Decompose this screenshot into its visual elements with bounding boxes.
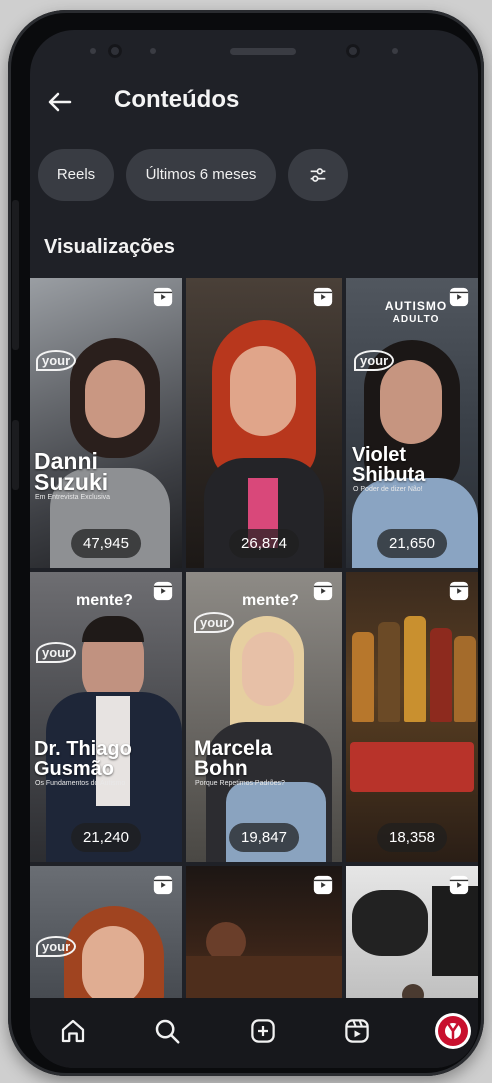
show-badge: AUTISMO ADULTO [384, 299, 448, 326]
front-camera-icon [108, 44, 122, 58]
search-icon[interactable] [152, 1016, 182, 1046]
show-badge: mente? [76, 592, 133, 609]
person-face [230, 346, 296, 436]
bottle-shape [378, 622, 400, 722]
person-face [380, 360, 442, 444]
reel-thumbnail[interactable] [186, 866, 342, 1008]
guest-name-line1: Dr. Thiago [34, 738, 132, 760]
guest-name-line2: Shibuta [352, 464, 426, 486]
app-screen: Conteúdos Reels Últimos 6 meses Visualiz… [30, 30, 478, 1068]
earpiece-speaker [230, 48, 296, 55]
view-count: 26,874 [229, 529, 299, 558]
back-arrow-icon[interactable] [44, 86, 76, 118]
episode-subtitle: O Poder de dizer Não! [353, 486, 423, 493]
status-bar [30, 30, 478, 82]
reel-icon [313, 287, 333, 307]
view-count: 19,847 [229, 823, 299, 852]
reel-icon [449, 287, 469, 307]
guest-name-line2: Bohn [194, 757, 248, 780]
brand-logo: your [36, 350, 77, 371]
volume-button [12, 200, 19, 350]
brand-logo: your [36, 936, 77, 957]
profile-avatar[interactable] [434, 1012, 472, 1050]
sensor-icon [392, 48, 398, 54]
phone-frame: Conteúdos Reels Últimos 6 meses Visualiz… [8, 10, 484, 1076]
person-face [85, 360, 145, 438]
create-icon[interactable] [248, 1016, 278, 1046]
reel-icon [313, 875, 333, 895]
reel-thumbnail[interactable]: mente? your Marcela Bohn Porque Repetimo… [186, 572, 342, 862]
reels-grid: your Danni Suzuki Em Entrevista Exclusiv… [30, 278, 478, 1008]
reel-icon [153, 581, 173, 601]
reel-thumbnail[interactable]: mente? your Dr. Thiago Gusmão Os Fundame… [30, 572, 182, 862]
reel-thumbnail[interactable]: your Danni Suzuki Em Entrevista Exclusiv… [30, 278, 182, 568]
bottle-shape [404, 616, 426, 722]
episode-subtitle: Porque Repetimos Padrões? [195, 780, 285, 787]
guest-name-line2: Suzuki [34, 469, 109, 495]
power-button [12, 420, 19, 490]
card-row [350, 742, 474, 792]
view-count: 21,650 [377, 529, 447, 558]
reel-icon [313, 581, 333, 601]
person-face [82, 926, 144, 1006]
show-badge: mente? [242, 592, 299, 609]
guest-name-line2: Gusmão [34, 758, 115, 780]
content-type-filter[interactable]: Reels [38, 149, 114, 201]
bottle-shape [454, 636, 476, 722]
guest-name-line1: Violet [352, 444, 407, 466]
episode-subtitle: Em Entrevista Exclusiva [35, 494, 111, 501]
softbox-shape [352, 890, 428, 956]
sliders-icon [310, 168, 326, 182]
reels-icon[interactable] [342, 1016, 372, 1046]
sensor-icon [90, 48, 96, 54]
reel-thumbnail[interactable]: AUTISMO ADULTO your Violet Shibuta O Pod… [346, 278, 478, 568]
bottle-shape [352, 632, 374, 722]
reel-icon [449, 875, 469, 895]
reel-thumbnail[interactable]: 26,874 [186, 278, 342, 568]
reel-thumbnail[interactable]: your [30, 866, 182, 1008]
view-count: 21,240 [71, 823, 141, 852]
page-title: Conteúdos [114, 86, 240, 113]
sensor-icon [150, 48, 156, 54]
reel-icon [449, 581, 469, 601]
top-bar: Conteúdos [30, 82, 478, 122]
reel-thumbnail[interactable] [346, 866, 478, 1008]
reel-icon [153, 875, 173, 895]
reel-icon [153, 287, 173, 307]
section-title: Visualizações [44, 236, 175, 258]
episode-subtitle: Os Fundamentos do Autismo [35, 780, 126, 787]
iris-sensor-icon [346, 44, 360, 58]
brand-logo: your [36, 642, 77, 663]
view-count: 47,945 [71, 529, 141, 558]
bottle-shape [430, 628, 452, 722]
reel-thumbnail[interactable]: 18,358 [346, 572, 478, 862]
period-filter[interactable]: Últimos 6 meses [126, 149, 276, 201]
brand-logo: your [194, 612, 235, 633]
home-icon[interactable] [58, 1016, 88, 1046]
filter-settings-button[interactable] [288, 149, 348, 201]
bottom-nav [30, 998, 478, 1068]
view-count: 18,358 [377, 823, 447, 852]
brand-logo: your [354, 350, 395, 371]
person-face [242, 632, 294, 706]
